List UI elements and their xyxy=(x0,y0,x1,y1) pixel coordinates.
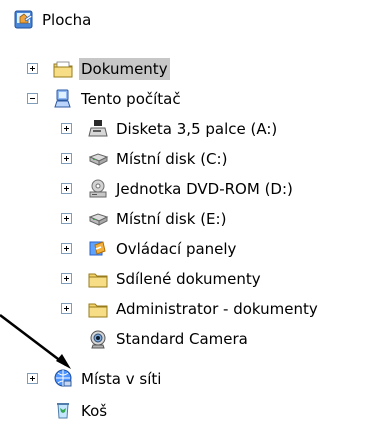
dvd-drive-icon xyxy=(89,179,107,198)
tree-item-disk-e[interactable]: Místní disk (E:) xyxy=(87,205,228,233)
tree-item-shared-docs[interactable]: Sdílené dokumenty xyxy=(87,265,263,293)
hard-disk-icon xyxy=(88,213,109,226)
documents-folder-icon xyxy=(53,61,73,78)
expand-button[interactable] xyxy=(61,123,72,134)
tree-item-label: Místní disk (E:) xyxy=(116,210,227,228)
expand-button[interactable] xyxy=(61,153,72,164)
tree-item-floppy[interactable]: Disketa 3,5 palce (A:) xyxy=(87,115,279,143)
tree-item-label: Místa v síti xyxy=(81,370,162,388)
tree-item-label: Administrator - dokumenty xyxy=(116,300,318,318)
network-places-icon xyxy=(54,369,72,387)
tree-item-disk-c[interactable]: Místní disk (C:) xyxy=(87,145,229,173)
folder-icon xyxy=(88,303,108,318)
tree-item-label: Ovládací panely xyxy=(116,240,237,258)
desktop-icon xyxy=(14,10,33,29)
tree-item-admin-docs[interactable]: Administrator - dokumenty xyxy=(87,295,320,323)
tree-item-control-panel[interactable]: Ovládací panely xyxy=(87,235,238,263)
expand-button[interactable] xyxy=(61,183,72,194)
tree-item-computer[interactable]: Tento počítač xyxy=(52,85,183,113)
computer-icon xyxy=(54,89,71,108)
tree-item-label: Sdílené dokumenty xyxy=(116,270,261,288)
folder-icon xyxy=(88,273,108,288)
expand-button[interactable] xyxy=(61,273,72,284)
expand-button[interactable] xyxy=(61,213,72,224)
tree-item-label: Disketa 3,5 palce (A:) xyxy=(116,120,278,138)
tree-item-label: Tento počítač xyxy=(81,90,181,108)
tree-item-documents[interactable]: Dokumenty xyxy=(52,55,170,83)
recycle-bin-icon xyxy=(57,403,69,419)
floppy-drive-icon xyxy=(88,120,108,137)
control-panel-icon xyxy=(89,241,106,256)
expand-button[interactable] xyxy=(61,243,72,254)
tree-item-label: Standard Camera xyxy=(116,330,248,348)
expand-button[interactable] xyxy=(27,63,38,74)
expand-button[interactable] xyxy=(27,373,38,384)
tree-item-dvd[interactable]: Jednotka DVD-ROM (D:) xyxy=(87,175,295,203)
tree-item-label: Plocha xyxy=(42,11,92,29)
tree-item-label: Místní disk (C:) xyxy=(116,150,228,168)
collapse-button[interactable] xyxy=(27,93,38,104)
tree-item-network[interactable]: Místa v síti xyxy=(52,365,163,393)
expand-button[interactable] xyxy=(61,303,72,314)
tree-item-label: Dokumenty xyxy=(79,58,170,80)
tree-item-label: Jednotka DVD-ROM (D:) xyxy=(116,180,293,198)
tree-item-label: Koš xyxy=(81,402,108,420)
hard-disk-icon xyxy=(88,153,109,166)
tree-item-camera[interactable]: Standard Camera xyxy=(87,325,250,353)
folder-tree: Plocha Dokumenty Tento počítač Disketa 3… xyxy=(0,0,385,448)
camera-icon xyxy=(90,330,106,349)
tree-item-recycle-bin[interactable]: Koš xyxy=(52,397,109,425)
tree-item-desktop[interactable]: Plocha xyxy=(13,6,93,34)
